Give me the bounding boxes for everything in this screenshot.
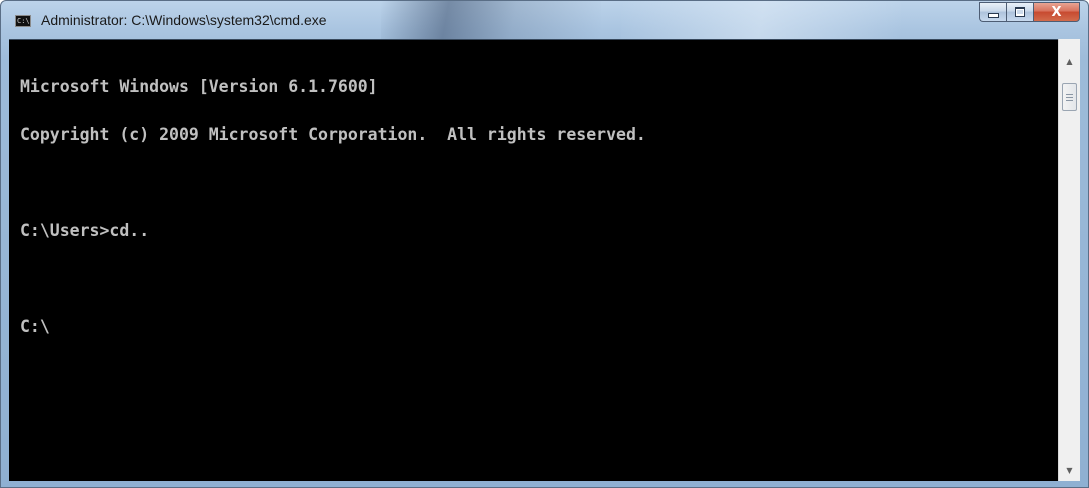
close-icon: X xyxy=(1051,4,1062,20)
minimize-icon xyxy=(987,12,999,18)
window-bottom-border[interactable] xyxy=(1,481,1088,487)
scroll-thumb[interactable] xyxy=(1062,83,1077,111)
arrow-down-icon: ▼ xyxy=(1066,466,1073,475)
console-prompt-line[interactable]: C:\ xyxy=(20,318,1058,335)
grip-icon xyxy=(1066,93,1073,101)
caption-buttons: X xyxy=(979,2,1080,22)
cmd-icon[interactable]: C:\ xyxy=(15,15,31,27)
arrow-up-icon: ▲ xyxy=(1066,57,1073,66)
maximize-button[interactable] xyxy=(1006,2,1033,22)
minimize-button[interactable] xyxy=(979,2,1006,22)
maximize-icon xyxy=(1015,7,1025,17)
title-bar[interactable]: C:\ Administrator: C:\Windows\system32\c… xyxy=(1,1,1088,39)
scroll-down-button[interactable]: ▼ xyxy=(1059,462,1080,479)
window-title: Administrator: C:\Windows\system32\cmd.e… xyxy=(41,12,327,28)
scroll-up-button[interactable]: ▲ xyxy=(1059,53,1080,70)
console-output[interactable]: Microsoft Windows [Version 6.1.7600] Cop… xyxy=(9,39,1058,481)
close-button[interactable]: X xyxy=(1033,2,1080,22)
console-line: C:\Users>cd.. xyxy=(20,221,150,240)
vertical-scrollbar[interactable]: ▲ ▼ xyxy=(1058,39,1080,481)
console-line: Microsoft Windows [Version 6.1.7600] xyxy=(20,77,378,96)
console-lines: Microsoft Windows [Version 6.1.7600] Cop… xyxy=(20,47,1058,367)
console-line: Copyright (c) 2009 Microsoft Corporation… xyxy=(20,125,646,144)
cmd-window: C:\ Administrator: C:\Windows\system32\c… xyxy=(0,0,1089,488)
